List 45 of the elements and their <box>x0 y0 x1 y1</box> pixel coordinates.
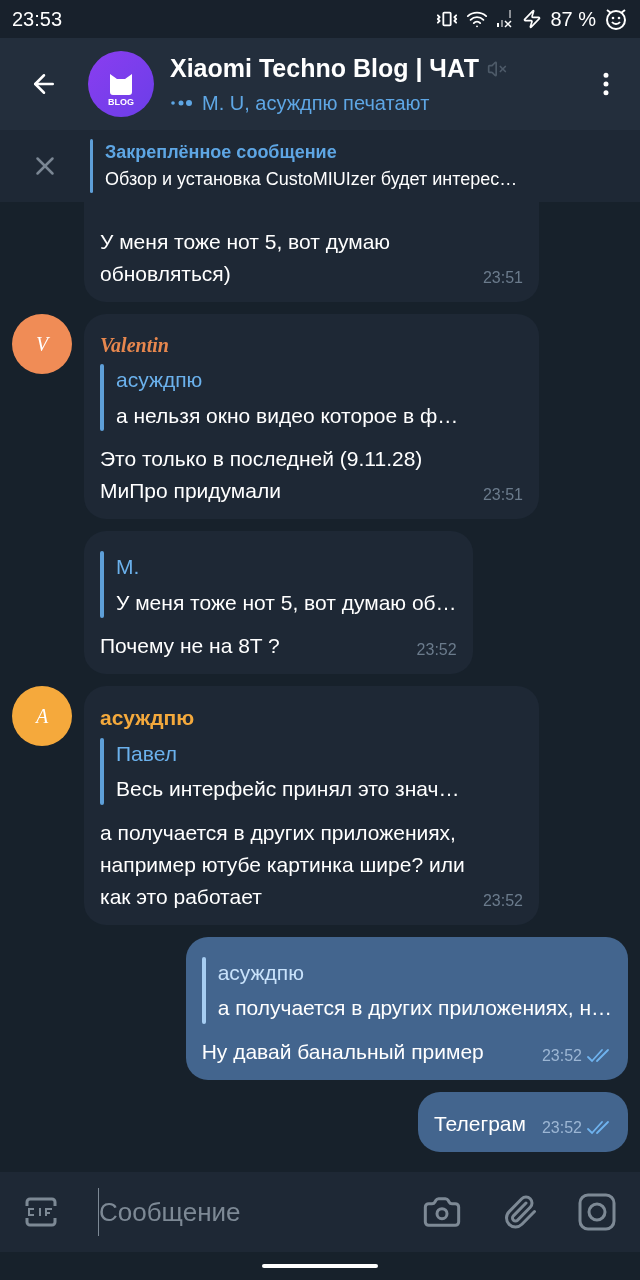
pinned-text: Обзор и установка CustoMIUIzer будет интерес… <box>105 168 518 191</box>
sender-name[interactable]: асуждпю <box>100 702 523 734</box>
battery-percent: 87 % <box>550 7 596 32</box>
message-input[interactable]: Сообщение <box>98 1188 406 1236</box>
attach-icon[interactable] <box>502 1194 538 1230</box>
message-time: 23:51 <box>482 268 523 288</box>
pinned-label: Закреплённое сообщение <box>105 141 338 164</box>
message-bubble[interactable]: У меня тоже нот 5, вот думаю обновляться) 23:51 <box>84 202 539 302</box>
reply-author: асуждпю <box>217 959 305 986</box>
sticker-icon[interactable] <box>578 1193 616 1231</box>
chat-title: Xiaomi Techno Blog | ЧАТ <box>170 53 479 85</box>
message-time: 23:52 <box>482 890 523 911</box>
message-time: 23:52 <box>416 640 457 660</box>
message-text: Это только в последней (9.11.28) МиПро придумали <box>100 446 424 504</box>
charging-icon <box>522 9 543 29</box>
reply-text: а получается в других приложениях, н… <box>217 995 612 1021</box>
reply-text: Весь интерфейс принял это знач… <box>116 776 460 802</box>
message-text: Телеграм <box>433 1110 526 1137</box>
message-bubble[interactable]: асуждпю Павел Весь интерфейс принял это знач… а получается в других приложениях, например ютубе картинка шире? или как это работает 23:52 <box>84 686 539 925</box>
reply-author: Павел <box>116 740 178 767</box>
message-text: а получается в других приложениях, например ютубе картинка шире? или как это работает <box>100 819 466 910</box>
message-bubble[interactable]: Valentin асуждпю а нельзя окно видео которое в ф… Это только в последней (9.11.28) МиПро придумали 23:51 <box>84 314 539 519</box>
message-text: У меня тоже нот 5, вот думаю обновляться) <box>100 229 392 287</box>
reply-author: M. <box>116 554 141 580</box>
gif-icon[interactable] <box>24 1196 58 1228</box>
group-avatar[interactable]: BLOG <box>88 51 154 117</box>
message-bubble[interactable]: Телеграм 23:52 <box>417 1091 628 1152</box>
reply-text: У меня тоже нот 5, вот думаю об… <box>116 589 457 616</box>
clock-time: 23:53 <box>12 7 63 32</box>
typing-dots-icon <box>170 97 194 108</box>
signal-icon <box>496 9 515 29</box>
message-time: 23:51 <box>482 485 523 505</box>
message-time: 23:52 <box>541 1117 582 1138</box>
pinned-bar[interactable]: Закреплённое сообщение Обзор и установка CustoMIUIzer будет интерес… <box>0 130 640 202</box>
typing-status: M. U, асуждпю печатают <box>202 90 430 116</box>
message-text: Почему не на 8T ? <box>100 633 281 659</box>
composer-bar[interactable]: Сообщение <box>0 1172 640 1252</box>
message-bubble[interactable]: асуждпю а получается в других приложениях, н… Ну давай банальный пример 23:52 <box>185 936 628 1080</box>
message-time: 23:52 <box>541 1045 582 1066</box>
reply-text: а нельзя окно видео которое в ф… <box>116 402 459 429</box>
sender-name[interactable]: Valentin <box>100 330 523 360</box>
smiley-icon <box>604 7 628 31</box>
message-bubble[interactable]: M. У меня тоже нот 5, вот думаю об… Почему не на 8T ? 23:52 <box>84 531 473 674</box>
reply-author: асуждпю <box>116 367 204 393</box>
message-text: Ну давай банальный пример <box>201 1038 485 1065</box>
